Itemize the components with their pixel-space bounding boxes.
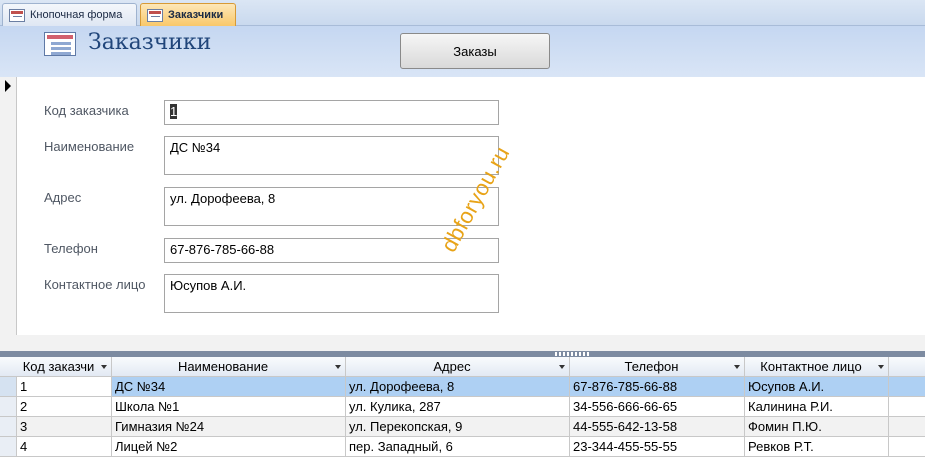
table-cell-empty [889, 377, 925, 397]
tab-label: Кнопочная форма [30, 9, 123, 21]
table-cell[interactable]: 34-556-666-66-65 [570, 397, 745, 417]
form-title: Заказчики [88, 30, 212, 55]
table-cell[interactable]: 67-876-785-66-88 [570, 377, 745, 397]
table-cell-empty [889, 417, 925, 437]
table-cell[interactable]: 1 [17, 377, 112, 397]
table-cell[interactable]: пер. Западный, 6 [346, 437, 570, 457]
detail-footer [0, 335, 925, 351]
name-field[interactable]: ДС №34 [164, 136, 499, 175]
table-cell[interactable]: ДС №34 [112, 377, 346, 397]
column-header-label: Контактное лицо [760, 359, 862, 374]
contact-field[interactable]: Юсупов А.И. [164, 274, 499, 313]
table-cell[interactable]: ул. Кулика, 287 [346, 397, 570, 417]
splitter-grip-icon[interactable] [555, 352, 591, 356]
form-icon [147, 8, 163, 22]
column-header-row: Код заказчи Наименование Адрес Телефон К… [0, 357, 925, 377]
table-cell[interactable]: 4 [17, 437, 112, 457]
table-row[interactable]: 3 Гимназия №24 ул. Перекопская, 9 44-555… [0, 417, 925, 437]
orders-button[interactable]: Заказы [400, 33, 550, 69]
table-cell-empty [889, 397, 925, 417]
row-selector[interactable] [0, 417, 17, 437]
select-all-cell[interactable] [0, 357, 18, 377]
address-label: Адрес [44, 190, 82, 205]
table-cell[interactable]: Школа №1 [112, 397, 346, 417]
dropdown-arrow-icon[interactable] [878, 365, 884, 369]
column-header-address[interactable]: Адрес [346, 357, 570, 377]
table-cell[interactable]: 2 [17, 397, 112, 417]
table-cell[interactable]: Ревков Р.Т. [745, 437, 889, 457]
column-header-name[interactable]: Наименование [112, 357, 346, 377]
table-cell[interactable]: 44-555-642-13-58 [570, 417, 745, 437]
table-cell[interactable]: 23-344-455-55-55 [570, 437, 745, 457]
table-cell[interactable]: Фомин П.Ю. [745, 417, 889, 437]
column-header-phone[interactable]: Телефон [570, 357, 745, 377]
dropdown-arrow-icon[interactable] [559, 365, 565, 369]
table-cell[interactable]: Калинина Р.И. [745, 397, 889, 417]
column-header-label: Адрес [433, 359, 471, 374]
current-record-arrow-icon [5, 80, 11, 92]
dropdown-arrow-icon[interactable] [734, 365, 740, 369]
tab-label: Заказчики [168, 9, 224, 21]
table-cell[interactable]: Гимназия №24 [112, 417, 346, 437]
document-tab-bar: Кнопочная форма Заказчики [0, 0, 925, 26]
row-selector[interactable] [0, 437, 17, 457]
name-label: Наименование [44, 139, 135, 154]
dropdown-arrow-icon[interactable] [335, 365, 341, 369]
form-icon [9, 8, 25, 22]
dropdown-arrow-icon[interactable] [101, 365, 107, 369]
table-cell[interactable]: Юсупов А.И. [745, 377, 889, 397]
table-cell[interactable]: Лицей №2 [112, 437, 346, 457]
column-header-label: Телефон [624, 359, 679, 374]
table-cell[interactable]: 3 [17, 417, 112, 437]
column-header-empty [889, 357, 925, 377]
record-selector[interactable] [0, 77, 17, 335]
column-header-id[interactable]: Код заказчи [17, 357, 112, 377]
column-header-label: Код заказчи [22, 359, 95, 374]
phone-label: Телефон [44, 241, 98, 256]
customer-id-value: 1 [170, 104, 178, 119]
table-row[interactable]: 4 Лицей №2 пер. Западный, 6 23-344-455-5… [0, 437, 925, 457]
customer-id-field[interactable]: 1 [164, 100, 499, 125]
form-icon [44, 32, 76, 56]
table-row[interactable]: 2 Школа №1 ул. Кулика, 287 34-556-666-66… [0, 397, 925, 417]
datasheet: Код заказчи Наименование Адрес Телефон К… [0, 357, 925, 460]
customer-id-label: Код заказчика [44, 103, 129, 118]
table-cell-empty [889, 437, 925, 457]
row-selector[interactable] [0, 377, 17, 397]
column-header-label: Наименование [177, 359, 269, 374]
tab-switchboard[interactable]: Кнопочная форма [2, 3, 137, 26]
table-cell[interactable]: ул. Дорофеева, 8 [346, 377, 570, 397]
form-header: Заказчики Заказы [0, 26, 925, 77]
tab-customers[interactable]: Заказчики [140, 3, 236, 26]
contact-label: Контактное лицо [44, 277, 146, 292]
table-row[interactable]: 1 ДС №34 ул. Дорофеева, 8 67-876-785-66-… [0, 377, 925, 397]
table-cell[interactable]: ул. Перекопская, 9 [346, 417, 570, 437]
detail-section: Код заказчика 1 Наименование ДС №34 Адре… [18, 77, 925, 335]
column-header-contact[interactable]: Контактное лицо [745, 357, 889, 377]
row-selector[interactable] [0, 397, 17, 417]
